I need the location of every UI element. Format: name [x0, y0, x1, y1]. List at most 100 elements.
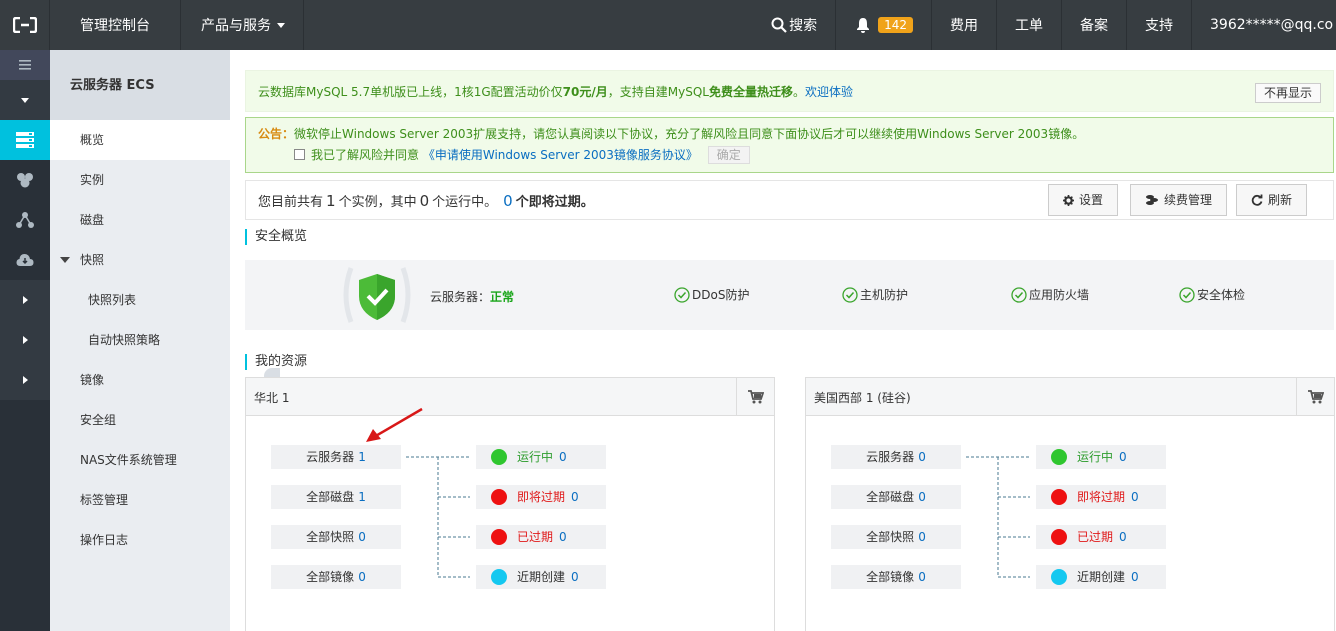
- security-item-host-protection[interactable]: 主机防护: [842, 286, 908, 303]
- rail-expand-button-3[interactable]: [0, 320, 50, 360]
- security-item-label: 主机防护: [860, 288, 909, 302]
- resource-count-item[interactable]: 全部快照 0: [831, 525, 961, 549]
- announcement-label: 公告：: [258, 127, 295, 141]
- confirm-button[interactable]: 确定: [707, 146, 750, 164]
- red-arrow-annotation: [366, 407, 423, 442]
- running-count: 0: [419, 192, 430, 210]
- sidebar-item-tags[interactable]: 标签管理: [50, 480, 230, 520]
- ticket-link[interactable]: 工单: [997, 0, 1062, 50]
- resource-count-item[interactable]: 云服务器 0: [831, 445, 961, 469]
- caret-down-icon: [21, 97, 29, 103]
- sidebar-item-snapshots-label: 快照: [80, 253, 105, 267]
- instance-status-item[interactable]: 已过期 0: [1036, 525, 1166, 549]
- sidebar-item-auto-snapshot-policy[interactable]: 自动快照策略: [50, 320, 230, 360]
- rail-ecs-button[interactable]: [0, 120, 50, 160]
- agree-checkbox[interactable]: [294, 149, 305, 160]
- status-label: 运行中: [1077, 450, 1114, 464]
- status-value: 0: [1131, 490, 1139, 504]
- products-label: 产品与服务: [201, 18, 271, 34]
- status-value: 0: [559, 530, 567, 544]
- resource-count-item[interactable]: 全部磁盘 1: [271, 485, 401, 509]
- status-dot-icon: [491, 489, 507, 505]
- search-button[interactable]: 搜索: [751, 0, 837, 50]
- resource-count-item[interactable]: 全部镜像 0: [831, 565, 961, 589]
- console-link[interactable]: 管理控制台: [50, 0, 181, 50]
- notifications-button[interactable]: 142: [836, 0, 932, 50]
- sidebar-item-operation-log[interactable]: 操作日志: [50, 520, 230, 560]
- resource-count-item[interactable]: 全部快照 0: [271, 525, 401, 549]
- instance-status-item[interactable]: 近期创建 0: [476, 565, 606, 589]
- instance-status-item[interactable]: 运行中 0: [1036, 445, 1166, 469]
- instance-status-item[interactable]: 即将过期 0: [476, 485, 606, 509]
- status-label: 已过期: [517, 530, 554, 544]
- resource-value: 0: [358, 530, 366, 544]
- rail-cloud-button[interactable]: [0, 240, 50, 280]
- shield-check-icon: [337, 260, 417, 330]
- status-value: 0: [1119, 530, 1127, 544]
- rail-network-button[interactable]: [0, 200, 50, 240]
- expiring-count[interactable]: 0: [497, 192, 516, 210]
- rail-expand-button-2[interactable]: [0, 280, 50, 320]
- sidebar-item-disks[interactable]: 磁盘: [50, 200, 230, 240]
- sidebar-item-instances[interactable]: 实例: [50, 160, 230, 200]
- settings-button[interactable]: 设置: [1048, 184, 1119, 216]
- rail-expand-button-4[interactable]: [0, 360, 50, 400]
- instance-status-item[interactable]: 已过期 0: [476, 525, 606, 549]
- region-panel: 美国西部 1 (硅谷) 云服务器 0 全部磁盘 0 全部快照 0 全部镜像 0 运行中 0 即将过期 0…: [805, 377, 1335, 631]
- sidebar-item-snapshot-list[interactable]: 快照列表: [50, 280, 230, 320]
- beian-label: 备案: [1080, 18, 1108, 34]
- support-label: 支持: [1145, 18, 1173, 34]
- check-circle-icon: [674, 286, 690, 303]
- sidebar-item-overview[interactable]: 概览: [50, 120, 230, 160]
- announcement-text: 微软停止Windows Server 2003扩展支持，请您认真阅读以下协议，充…: [294, 127, 1085, 141]
- products-menu[interactable]: 产品与服务: [181, 0, 304, 50]
- status-dot-icon: [491, 529, 507, 545]
- resource-label: 全部快照: [866, 530, 915, 544]
- rail-database-button[interactable]: [0, 160, 50, 200]
- instance-status-item[interactable]: 即将过期 0: [1036, 485, 1166, 509]
- hamburger-menu-button[interactable]: [0, 50, 50, 80]
- security-item-waf[interactable]: 应用防火墙: [1011, 286, 1089, 303]
- sidebar-item-images[interactable]: 镜像: [50, 360, 230, 400]
- sidebar-item-nas[interactable]: NAS文件系统管理: [50, 440, 230, 480]
- sidebar-item-security-groups[interactable]: 安全组: [50, 400, 230, 440]
- promo-link[interactable]: 欢迎体验: [805, 85, 853, 99]
- security-overview-panel: 云服务器：正常 DDoS防护 主机防护 应用防火墙 安全体检: [245, 260, 1334, 330]
- status-dot-icon: [491, 569, 507, 585]
- renewal-management-button[interactable]: 续费管理: [1130, 184, 1228, 216]
- aliyun-logo-icon[interactable]: [0, 0, 50, 50]
- resource-value: 1: [358, 490, 366, 504]
- sidebar-item-snapshots[interactable]: 快照: [50, 240, 230, 280]
- status-label: 近期创建: [517, 570, 566, 584]
- check-circle-icon: [1179, 286, 1195, 303]
- refresh-label: 刷新: [1268, 193, 1293, 207]
- search-icon: [771, 17, 787, 33]
- agreement-link[interactable]: 《申请使用Windows Server 2003镜像服务协议》: [423, 148, 698, 162]
- refresh-button[interactable]: 刷新: [1236, 184, 1308, 216]
- ticket-label: 工单: [1015, 18, 1043, 34]
- security-overview-title: 安全概览: [245, 229, 307, 245]
- rail-expand-button[interactable]: [0, 80, 50, 120]
- promo-price: 70元/月: [562, 85, 608, 99]
- coins-icon: [1146, 195, 1158, 205]
- fee-label: 费用: [950, 18, 978, 34]
- security-item-ddos[interactable]: DDoS防护: [674, 286, 749, 303]
- fee-link[interactable]: 费用: [932, 0, 997, 50]
- check-circle-icon: [842, 286, 858, 303]
- status-dot-icon: [491, 449, 507, 465]
- support-link[interactable]: 支持: [1127, 0, 1192, 50]
- resource-count-item[interactable]: 全部磁盘 0: [831, 485, 961, 509]
- status-dot-icon: [1051, 489, 1067, 505]
- security-item-check[interactable]: 安全体检: [1179, 286, 1245, 303]
- check-circle-icon: [1011, 286, 1027, 303]
- dismiss-button[interactable]: 不再显示: [1254, 83, 1321, 103]
- resource-count-item[interactable]: 全部镜像 0: [271, 565, 401, 589]
- network-icon: [16, 212, 34, 228]
- instance-status-item[interactable]: 运行中 0: [476, 445, 606, 469]
- beian-link[interactable]: 备案: [1062, 0, 1127, 50]
- resource-count-item[interactable]: 云服务器 1: [271, 445, 401, 469]
- user-account-menu[interactable]: 3962*****@qq.co: [1192, 0, 1336, 50]
- instance-status-item[interactable]: 近期创建 0: [1036, 565, 1166, 589]
- database-icon: [17, 173, 33, 188]
